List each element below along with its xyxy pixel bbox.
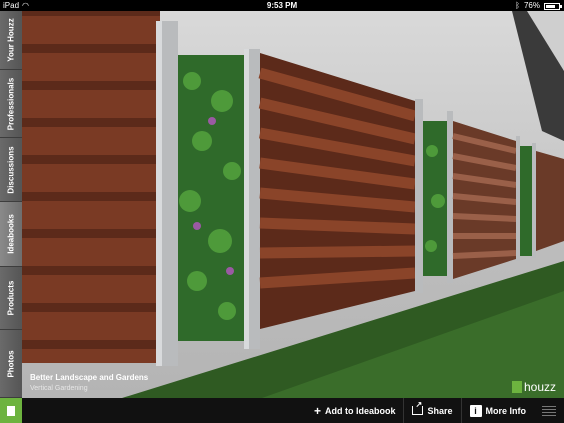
tab-ideabooks[interactable]: Ideabooks (0, 202, 22, 267)
battery-icon (544, 3, 562, 10)
share-label: Share (427, 405, 453, 416)
houzz-home-button[interactable] (0, 398, 22, 423)
status-bar: iPad ◠ 9:53 PM ᛒ 76% (0, 0, 564, 11)
share-icon (412, 400, 424, 415)
photo-caption: Better Landscape and Gardens Vertical Ga… (30, 373, 148, 392)
tab-label: Your Houzz (6, 18, 16, 62)
bluetooth-icon: ᛒ (515, 1, 520, 10)
clock: 9:53 PM (266, 1, 298, 10)
plus-icon: + (313, 403, 321, 418)
houzz-logo-icon (7, 405, 15, 416)
side-navigation: Your Houzz Professionals Discussions Ide… (0, 11, 22, 423)
menu-icon[interactable] (542, 405, 556, 416)
info-icon: i (469, 404, 482, 417)
tab-discussions[interactable]: Discussions (0, 138, 22, 202)
photo-title[interactable]: Better Landscape and Gardens (30, 373, 148, 382)
add-to-ideabook-button[interactable]: + Add to Ideabook (306, 398, 404, 423)
share-button[interactable]: Share (403, 398, 460, 423)
tab-your-houzz[interactable]: Your Houzz (0, 11, 22, 70)
brand-name: houzz (523, 380, 556, 394)
tab-photos[interactable]: Photos (0, 330, 22, 398)
photo-subtitle: Vertical Gardening (30, 385, 88, 392)
add-label: Add to Ideabook (324, 405, 396, 416)
tab-label: Photos (6, 349, 16, 378)
bottom-toolbar: + Add to Ideabook Share i More Info (22, 398, 564, 423)
tab-professionals[interactable]: Professionals (0, 70, 22, 138)
houzz-logo: houzz (511, 380, 556, 394)
more-info-button[interactable]: i More Info (460, 398, 535, 423)
main-photo[interactable] (22, 11, 564, 398)
fence-photo-illustration (22, 11, 564, 398)
battery-percent: 76% (523, 1, 540, 10)
tab-products[interactable]: Products (0, 267, 22, 330)
tab-label: Products (6, 280, 16, 316)
tab-label: Discussions (6, 145, 16, 194)
houzz-mark-icon (511, 381, 522, 393)
tab-label: Professionals (6, 77, 16, 130)
tab-label: Ideabooks (6, 214, 16, 254)
info-label: More Info (485, 405, 527, 416)
